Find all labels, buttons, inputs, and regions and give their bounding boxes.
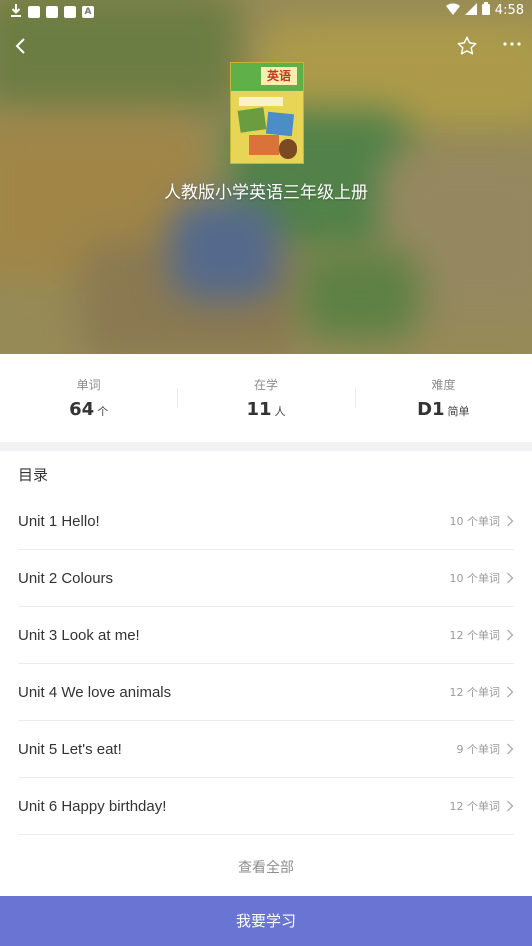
notification-icon (28, 6, 40, 18)
unit-row[interactable]: Unit 4 We love animals 12 个单词 (18, 664, 514, 721)
unit-word-count: 12 个单词 (449, 629, 501, 642)
more-icon (503, 42, 521, 46)
view-all-link[interactable]: 查看全部 (0, 857, 532, 877)
notification-icon (46, 6, 58, 18)
chevron-right-icon (507, 629, 514, 641)
unit-word-count: 12 个单词 (449, 800, 501, 813)
unit-row[interactable]: Unit 1 Hello! 10 个单词 (18, 493, 514, 550)
wifi-icon (445, 2, 460, 19)
unit-list: Unit 1 Hello! 10 个单词 Unit 2 Colours 10 个… (18, 493, 514, 835)
unit-word-count: 10 个单词 (449, 515, 501, 528)
chevron-right-icon (507, 515, 514, 527)
unit-name: Unit 3 Look at me! (18, 626, 140, 644)
signal-icon (464, 2, 477, 19)
unit-name: Unit 2 Colours (18, 569, 114, 587)
chevron-right-icon (507, 743, 514, 755)
book-stats: 单词 64 个 在学 11 人 难度 D1 简单 (0, 354, 532, 442)
unit-word-count: 12 个单词 (449, 686, 501, 699)
unit-name: Unit 6 Happy birthday! (18, 797, 167, 815)
clock: 4:58 (494, 3, 524, 18)
download-icon (10, 3, 22, 21)
catalog-heading: 目录 (18, 466, 49, 484)
cover-title-text: 英语 (261, 67, 297, 85)
unit-name: Unit 5 Let's eat! (18, 740, 122, 758)
chevron-left-icon (15, 38, 25, 54)
start-learning-button[interactable]: 我要学习 (0, 896, 532, 946)
stat-learners: 在学 11 人 (177, 354, 354, 442)
battery-icon (481, 2, 490, 19)
catalog-section: 目录 Unit 1 Hello! 10 个单词 Unit 2 Colours 1… (0, 451, 532, 896)
star-icon (457, 36, 477, 55)
app-notification-icon: A (82, 6, 94, 18)
unit-row[interactable]: Unit 6 Happy birthday! 12 个单词 (18, 778, 514, 835)
chevron-right-icon (507, 572, 514, 584)
book-title: 人教版小学英语三年级上册 (164, 183, 368, 203)
unit-word-count: 9 个单词 (456, 743, 501, 756)
unit-name: Unit 4 We love animals (18, 683, 172, 701)
hero-header (0, 0, 532, 354)
chevron-right-icon (507, 686, 514, 698)
book-cover: 英语 (230, 62, 304, 164)
unit-name: Unit 1 Hello! (18, 512, 100, 530)
status-bar: A 4:58 (0, 0, 532, 22)
stat-difficulty: 难度 D1 简单 (354, 354, 532, 442)
chevron-right-icon (507, 800, 514, 812)
more-options-button[interactable] (500, 34, 526, 58)
back-button[interactable] (10, 34, 34, 58)
unit-row[interactable]: Unit 3 Look at me! 12 个单词 (18, 607, 514, 664)
stat-words: 单词 64 个 (69, 378, 109, 420)
unit-word-count: 10 个单词 (449, 572, 501, 585)
notification-icon (64, 6, 76, 18)
unit-row[interactable]: Unit 5 Let's eat! 9 个单词 (18, 721, 514, 778)
unit-row[interactable]: Unit 2 Colours 10 个单词 (18, 550, 514, 607)
favorite-button[interactable] (456, 35, 480, 59)
